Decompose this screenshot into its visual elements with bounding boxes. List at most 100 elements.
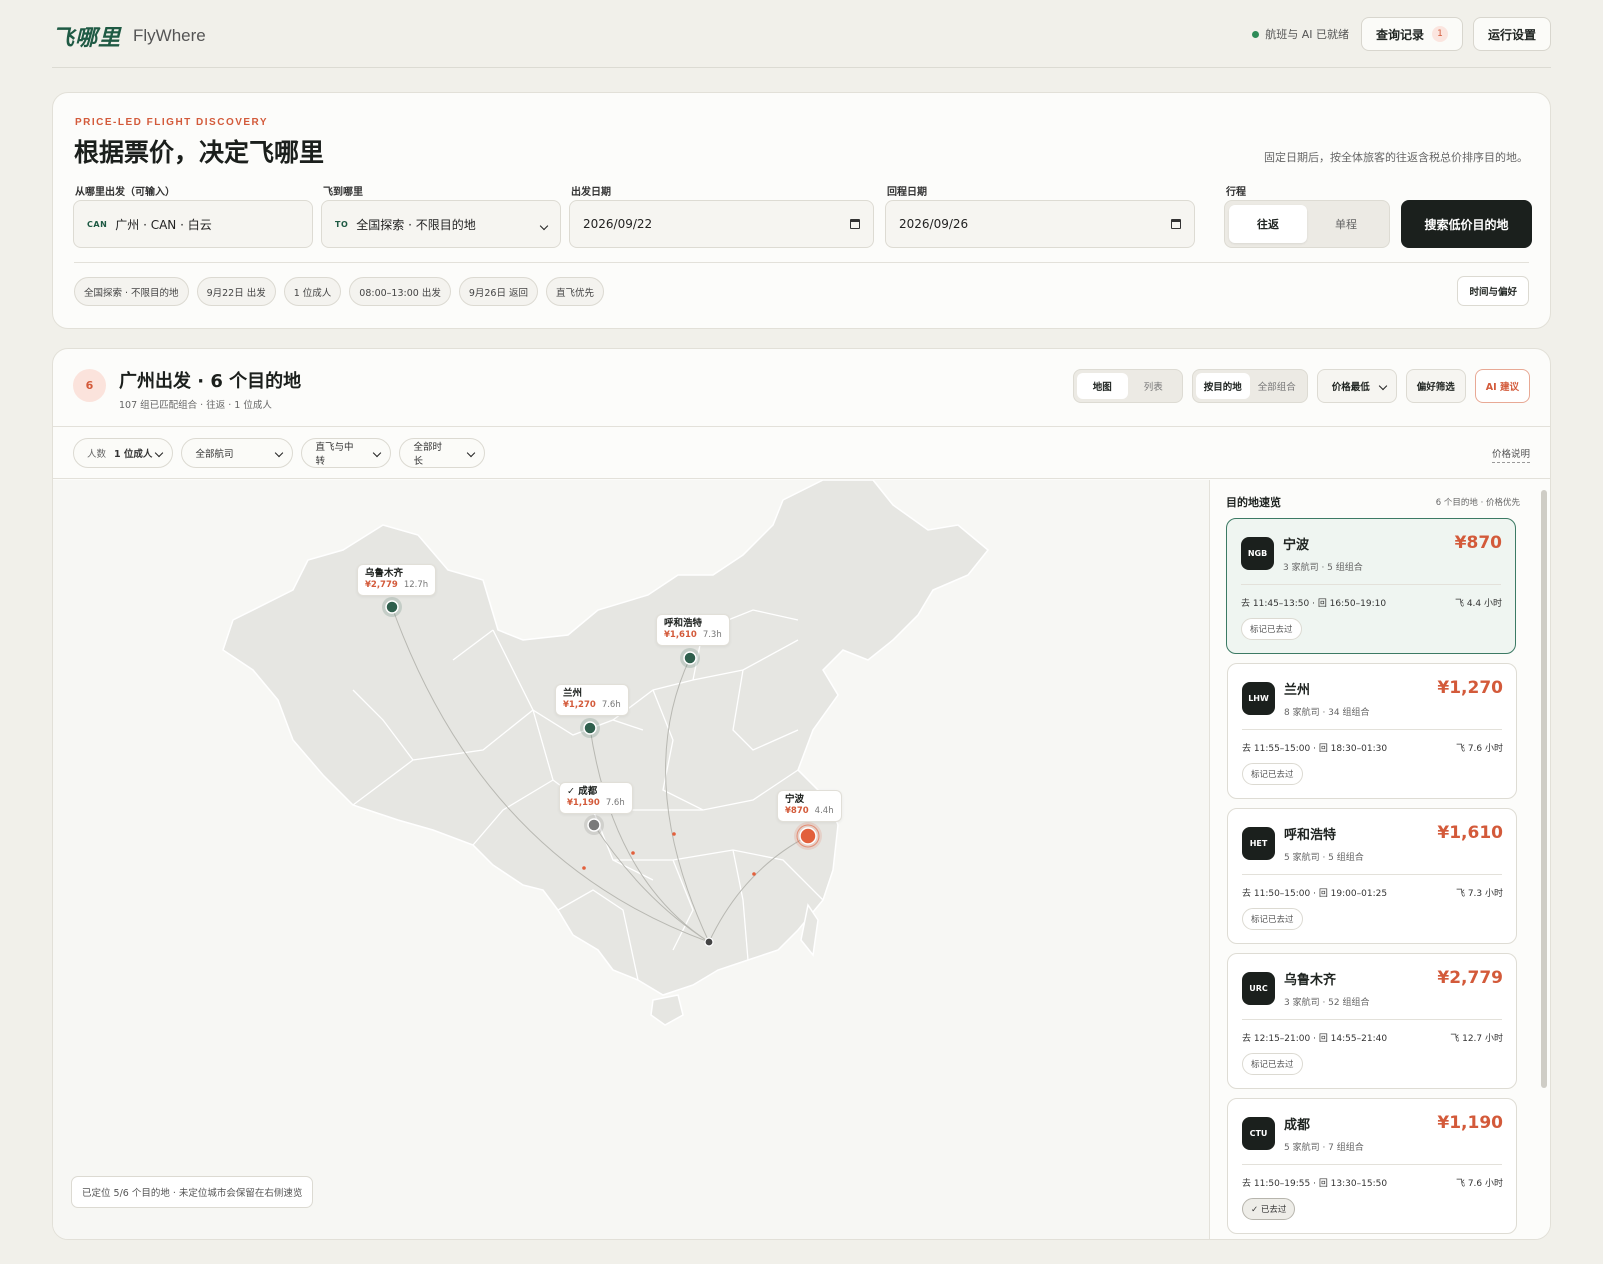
flight-duration: 飞 4.4 小时 xyxy=(1454,599,1502,609)
divider xyxy=(1242,1019,1502,1020)
pin-label-urumqi[interactable]: 乌鲁木齐 ¥2,779 12.7h xyxy=(357,564,437,596)
top-bar: 飞哪里 FlyWhere 航班与 AI 已就绪 查询记录 1 运行设置 xyxy=(52,14,1551,68)
calendar-icon[interactable] xyxy=(1171,219,1181,229)
airline-value: 全部航司 xyxy=(195,449,234,460)
divider xyxy=(1242,1164,1502,1165)
chevron-down-icon xyxy=(1378,381,1388,392)
pin-duration: 12.7h xyxy=(403,580,429,590)
stops-select[interactable]: 直飞与中转 xyxy=(301,438,392,468)
scrollbar-thumb[interactable] xyxy=(1541,490,1547,1088)
pin-duration: 7.6h xyxy=(601,700,621,710)
preference-filter-button[interactable]: 偏好筛选 xyxy=(1405,369,1466,403)
china-map xyxy=(222,480,990,1026)
flight-duration: 飞 12.7 小时 xyxy=(1450,1034,1503,1044)
summary-chip: 08:00–13:00 出发 xyxy=(349,277,451,306)
sort-select[interactable]: 价格最低 xyxy=(1316,369,1397,403)
summary-chip: 9月22日 出发 xyxy=(196,277,276,306)
passenger-label: 人数 xyxy=(87,449,107,460)
view-map-option[interactable]: 地图 xyxy=(1076,373,1128,399)
panel-meta: 6 个目的地 · 价格优先 xyxy=(1435,498,1520,508)
hainan-island xyxy=(650,994,684,1026)
depart-date-input[interactable]: 2026/09/22 xyxy=(569,200,874,248)
view-list-option[interactable]: 列表 xyxy=(1128,373,1179,399)
mark-visited-button[interactable]: 标记已去过 xyxy=(1242,763,1303,785)
divider xyxy=(74,262,1529,263)
destination-card[interactable]: LHW 兰州 8 家航司 · 34 组组合 ¥1,270 去 11:55–15:… xyxy=(1227,663,1517,799)
trip-oneway-option[interactable]: 单程 xyxy=(1307,205,1385,243)
destination-card[interactable]: NGB 宁波 3 家航司 · 5 组组合 ¥870 去 11:45–13:50 … xyxy=(1226,518,1516,654)
origin-pin-guangzhou xyxy=(704,937,714,947)
chevron-down-icon xyxy=(373,448,382,459)
trip-roundtrip-option[interactable]: 往返 xyxy=(1229,205,1307,243)
visited-toggle[interactable]: ✓ 已去过 xyxy=(1242,1198,1296,1220)
pin-label-ningbo[interactable]: 宁波 ¥870 4.4h xyxy=(777,790,842,822)
depart-date-value: 2026/09/22 xyxy=(583,217,653,231)
ai-suggestion-button[interactable]: AI 建议 xyxy=(1474,369,1530,403)
results-title: 广州出发 · 6 个目的地 xyxy=(119,371,302,392)
pin-city: 宁波 xyxy=(785,794,805,805)
destination-city: 成都 xyxy=(1284,1118,1311,1133)
destination-summary: 5 家航司 · 7 组组合 xyxy=(1284,1143,1364,1153)
destination-card[interactable]: CTU 成都 5 家航司 · 7 组组合 ¥1,190 去 11:50–19:5… xyxy=(1227,1098,1517,1234)
search-button[interactable]: 搜索低价目的地 xyxy=(1401,200,1532,248)
airport-code-badge: HET xyxy=(1242,827,1275,860)
pin-label-hohhot[interactable]: 呼和浩特 ¥1,610 7.3h xyxy=(656,614,730,646)
summary-chip: 9月26日 返回 xyxy=(458,277,538,306)
calendar-icon[interactable] xyxy=(850,219,860,229)
group-by-destination-option[interactable]: 按目的地 xyxy=(1195,373,1250,399)
airport-code-badge: URC xyxy=(1242,972,1275,1005)
return-label: 回程日期 xyxy=(887,187,927,198)
mark-visited-button[interactable]: 标记已去过 xyxy=(1242,908,1303,930)
pin-hohhot xyxy=(680,648,700,668)
divider xyxy=(1241,584,1501,585)
mark-visited-button[interactable]: 标记已去过 xyxy=(1241,618,1302,640)
destination-price: ¥2,779 xyxy=(1437,968,1503,988)
chevron-down-icon xyxy=(155,448,164,459)
airport-code-badge: NGB xyxy=(1241,537,1274,570)
destination-city: 乌鲁木齐 xyxy=(1284,973,1337,988)
return-date-value: 2026/09/26 xyxy=(899,217,969,231)
pin-label-lanzhou[interactable]: 兰州 ¥1,270 7.6h xyxy=(555,684,629,716)
summary-chips: 全国探索 · 不限目的地 9月22日 出发 1 位成人 08:00–13:00 … xyxy=(74,277,604,306)
destination-card[interactable]: HET 呼和浩特 5 家航司 · 5 组组合 ¥1,610 去 11:50–15… xyxy=(1227,808,1517,944)
to-select[interactable]: TO 全国探索 · 不限目的地 xyxy=(321,200,561,248)
flight-times: 去 11:50–19:55 · 回 13:30–15:50 xyxy=(1242,1179,1388,1189)
page-note: 固定日期后，按全体旅客的往返含税总价排序目的地。 xyxy=(1264,151,1528,164)
time-preference-button[interactable]: 时间与偏好 xyxy=(1457,276,1529,306)
passenger-value: 1 位成人 xyxy=(114,449,153,460)
summary-chip: 1 位成人 xyxy=(283,277,342,306)
destination-map[interactable]: 乌鲁木齐 ¥2,779 12.7h 呼和浩特 ¥1,610 7.3h 兰州 ¥1,2… xyxy=(53,480,1209,1239)
pin-chengdu xyxy=(584,815,604,835)
brand[interactable]: 飞哪里 FlyWhere xyxy=(52,20,206,52)
trip-type-toggle: 往返 单程 xyxy=(1224,200,1390,248)
search-card: PRICE-LED FLIGHT DISCOVERY 根据票价，决定飞哪里 固定… xyxy=(52,92,1551,329)
from-input[interactable]: CAN 广州 · CAN · 白云 xyxy=(73,200,313,248)
divider xyxy=(1242,729,1502,730)
passenger-select[interactable]: 人数 1 位成人 xyxy=(73,438,174,468)
page-title: 根据票价，决定飞哪里 xyxy=(74,138,325,167)
mark-visited-button[interactable]: 标记已去过 xyxy=(1242,1053,1303,1075)
settings-button[interactable]: 运行设置 xyxy=(1472,17,1551,51)
destination-card[interactable]: URC 乌鲁木齐 3 家航司 · 52 组组合 ¥2,779 去 12:15–2… xyxy=(1227,953,1517,1089)
service-status: 航班与 AI 已就绪 xyxy=(1252,26,1349,42)
group-all-option[interactable]: 全部组合 xyxy=(1250,373,1304,399)
airline-select[interactable]: 全部航司 xyxy=(181,438,294,468)
brand-name: FlyWhere xyxy=(133,26,206,45)
to-code: TO xyxy=(335,219,349,229)
destination-summary: 3 家航司 · 5 组组合 xyxy=(1283,563,1363,573)
history-button[interactable]: 查询记录 1 xyxy=(1360,17,1463,51)
group-toggle: 按目的地 全部组合 xyxy=(1191,369,1308,403)
pin-duration: 4.4h xyxy=(814,806,834,816)
pin-price: ¥870 xyxy=(785,806,809,816)
flight-times: 去 11:50–15:00 · 回 19:00–01:25 xyxy=(1242,889,1388,899)
duration-select[interactable]: 全部时长 xyxy=(399,438,486,468)
panel-title: 目的地速览 xyxy=(1226,496,1281,509)
destination-price: ¥870 xyxy=(1454,533,1502,553)
return-date-input[interactable]: 2026/09/26 xyxy=(885,200,1195,248)
pin-label-chengdu[interactable]: ✓ 成都 ¥1,190 7.6h xyxy=(559,782,633,814)
results-subtitle: 107 组已匹配组合 · 往返 · 1 位成人 xyxy=(119,400,272,411)
flight-duration: 飞 7.3 小时 xyxy=(1455,889,1503,899)
from-code: CAN xyxy=(87,219,108,229)
flight-times: 去 12:15–21:00 · 回 14:55–21:40 xyxy=(1242,1034,1388,1044)
price-explanation-link[interactable]: 价格说明 xyxy=(1491,446,1530,463)
